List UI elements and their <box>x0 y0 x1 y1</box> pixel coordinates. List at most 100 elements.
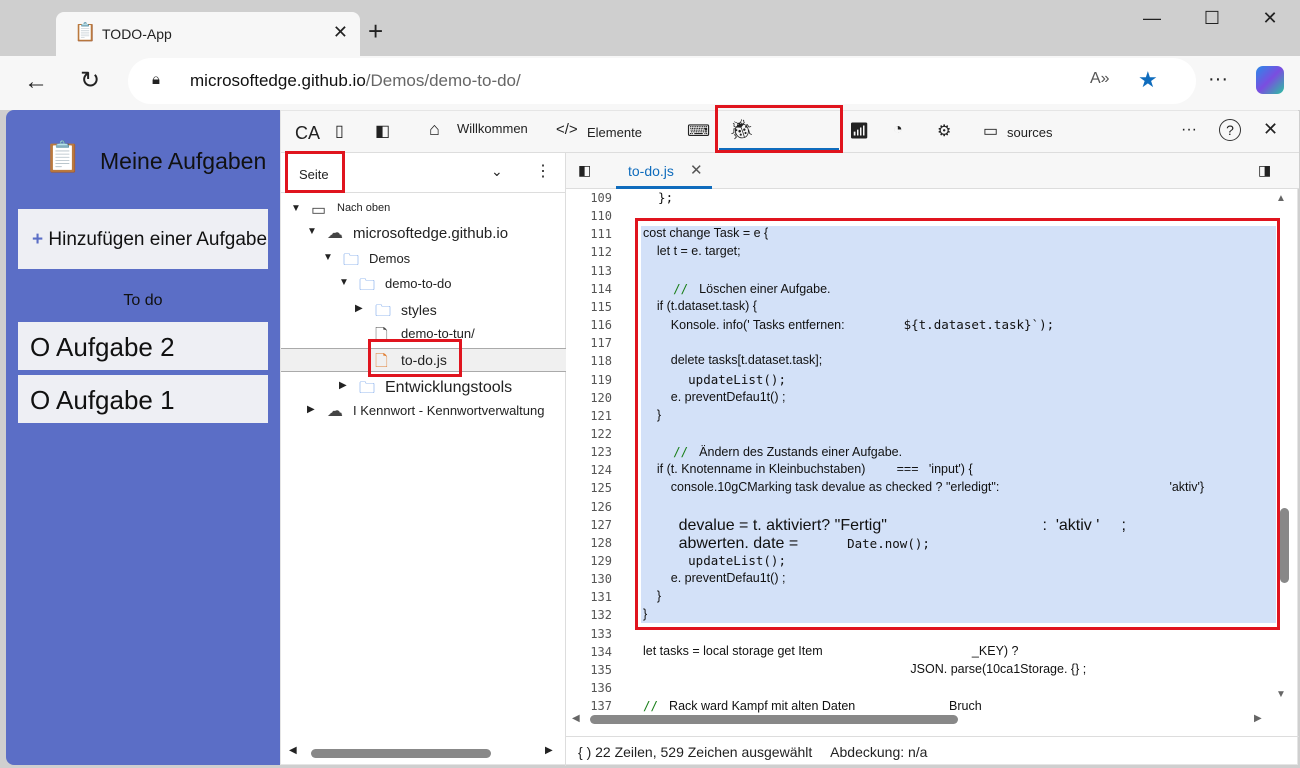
chevron-down-icon[interactable]: ⌄ <box>491 163 503 180</box>
line-number[interactable]: 133 <box>566 627 612 641</box>
line-number[interactable]: 119 <box>566 373 612 387</box>
line-number[interactable]: 121 <box>566 409 612 423</box>
vertical-scrollbar[interactable] <box>1280 508 1289 583</box>
dock-icon[interactable]: ◧ <box>375 121 390 141</box>
line-number[interactable]: 125 <box>566 481 612 495</box>
address-bar[interactable]: 🔒︎ microsoftedge.github.io/Demos/demo-to… <box>128 58 1196 104</box>
tab-sources[interactable]: sources <box>1007 125 1053 140</box>
code-line[interactable]: }; <box>643 190 673 205</box>
line-number[interactable]: 123 <box>566 445 612 459</box>
close-tab-icon[interactable]: ✕ <box>333 22 348 43</box>
line-number[interactable]: 113 <box>566 264 612 278</box>
expanded-arrow-icon[interactable]: ▼ <box>339 277 349 288</box>
tree-item[interactable]: ▶ 🗀 styles <box>281 299 566 323</box>
code-icon[interactable]: </> <box>556 121 578 138</box>
pretty-print-icon[interactable]: { ) <box>578 744 591 760</box>
help-icon[interactable]: ? <box>1219 119 1241 141</box>
line-number[interactable]: 128 <box>566 536 612 550</box>
application-icon[interactable]: ▭ <box>983 121 998 141</box>
line-number[interactable]: 127 <box>566 518 612 532</box>
line-number[interactable]: 135 <box>566 663 612 677</box>
devtools: CA ▯ ◧ ⌂ Willkommen </> Elemente ⌨ 🐞︎ 📶︎… <box>280 105 1299 766</box>
expanded-arrow-icon[interactable]: ▼ <box>291 203 301 214</box>
tree-item[interactable]: ▶ ☁ I Kennwort - Kennwortverwaltung <box>281 400 566 424</box>
code-token: }; <box>643 190 674 205</box>
more-tools-icon[interactable]: ··· <box>1181 121 1197 139</box>
scroll-left-icon[interactable]: ◀ <box>572 713 580 724</box>
tree-item[interactable]: ▼ ▭ Nach oben <box>281 199 566 223</box>
code-line[interactable]: JSON. parse(10ca1Storage. {} ; <box>643 662 1086 676</box>
new-tab-button[interactable]: + <box>368 16 383 47</box>
tree-item[interactable]: ▼ ☁ microsoftedge.github.io <box>281 222 566 246</box>
file-tab[interactable]: to-do.js ✕ <box>616 153 712 189</box>
collapsed-arrow-icon[interactable]: ▶ <box>355 303 363 314</box>
more-menu-icon[interactable]: ··· <box>1208 68 1228 91</box>
horizontal-scrollbar[interactable] <box>311 749 491 758</box>
performance-icon[interactable]: ◔ <box>893 121 903 139</box>
line-number[interactable]: 130 <box>566 572 612 586</box>
console-icon[interactable]: ⌨ <box>687 121 710 141</box>
expanded-arrow-icon[interactable]: ▼ <box>307 226 317 237</box>
line-number[interactable]: 112 <box>566 245 612 259</box>
scroll-up-icon[interactable]: ▲ <box>1276 193 1286 204</box>
device-emulation-icon[interactable]: ▯ <box>335 121 344 141</box>
collapsed-arrow-icon[interactable]: ▶ <box>307 404 315 415</box>
favorite-star-icon[interactable]: ★ <box>1138 67 1158 93</box>
task-item[interactable]: O Aufgabe 2 <box>18 322 268 370</box>
browser-tab[interactable]: 📋 TODO-App ✕ <box>56 12 360 56</box>
line-number[interactable]: 124 <box>566 463 612 477</box>
expanded-arrow-icon[interactable]: ▼ <box>323 252 333 263</box>
line-number[interactable]: 129 <box>566 554 612 568</box>
close-file-icon[interactable]: ✕ <box>690 161 703 179</box>
horizontal-scrollbar[interactable] <box>590 715 958 724</box>
line-number[interactable]: 131 <box>566 590 612 604</box>
home-icon[interactable]: ⌂ <box>429 119 440 140</box>
minimize-button[interactable]: — <box>1132 8 1172 29</box>
tree-item[interactable]: ▶ 🗀 Entwicklungstools <box>281 376 566 400</box>
tree-item[interactable]: ▼ 🗀 Demos <box>281 248 566 272</box>
line-number[interactable]: 118 <box>566 354 612 368</box>
read-aloud-icon[interactable]: A» <box>1090 70 1110 88</box>
toggle-navigator-icon[interactable]: ◧ <box>578 162 591 179</box>
line-number[interactable]: 122 <box>566 427 612 441</box>
line-number[interactable]: 117 <box>566 336 612 350</box>
code-token: JSON. parse(10ca1Storage. {} ; <box>643 661 1087 676</box>
scroll-left-icon[interactable]: ◀ <box>289 745 297 756</box>
refresh-button[interactable]: ↻ <box>80 66 100 95</box>
line-number[interactable]: 109 <box>566 191 612 205</box>
line-number[interactable]: 137 <box>566 699 612 713</box>
section-heading: To do <box>123 292 163 309</box>
line-number[interactable]: 111 <box>566 227 612 241</box>
memory-icon[interactable]: ⚙ <box>937 121 951 141</box>
back-button[interactable]: ← <box>24 68 48 96</box>
task-item[interactable]: O Aufgabe 1 <box>18 375 268 423</box>
tab-elements[interactable]: Elemente <box>587 125 642 140</box>
line-number[interactable]: 136 <box>566 681 612 695</box>
close-devtools-icon[interactable]: ✕ <box>1263 119 1278 140</box>
scroll-right-icon[interactable]: ▶ <box>1254 713 1262 724</box>
code-line[interactable]: let tasks = local storage get Item _KEY)… <box>643 644 1019 658</box>
line-number[interactable]: 134 <box>566 645 612 659</box>
line-number[interactable]: 116 <box>566 318 612 332</box>
code-line[interactable]: // Rack ward Kampf mit alten Daten Bruch <box>643 698 982 713</box>
tab-title: TODO-App <box>102 26 172 42</box>
tab-welcome[interactable]: Willkommen <box>457 121 528 136</box>
maximize-button[interactable]: ☐ <box>1192 8 1232 29</box>
collapsed-arrow-icon[interactable]: ▶ <box>339 380 347 391</box>
network-icon[interactable]: 📶︎ <box>849 121 869 141</box>
line-number[interactable]: 115 <box>566 300 612 314</box>
scroll-down-icon[interactable]: ▼ <box>1276 689 1286 700</box>
more-options-icon[interactable]: ⋮ <box>535 161 551 181</box>
line-number[interactable]: 120 <box>566 391 612 405</box>
toggle-debugger-icon[interactable]: ◨ <box>1258 162 1271 179</box>
line-number[interactable]: 110 <box>566 209 612 223</box>
scroll-right-icon[interactable]: ▶ <box>545 745 553 756</box>
line-number[interactable]: 132 <box>566 608 612 622</box>
close-window-button[interactable]: ✕ <box>1250 8 1290 29</box>
inspect-tool[interactable]: CA <box>295 123 320 144</box>
line-number[interactable]: 126 <box>566 500 612 514</box>
copilot-icon[interactable] <box>1256 66 1284 94</box>
tree-item[interactable]: ▼ 🗀 demo-to-do <box>281 273 566 297</box>
line-number[interactable]: 114 <box>566 282 612 296</box>
add-task-button[interactable]: + Hinzufügen einer Aufgabe <box>18 209 268 269</box>
